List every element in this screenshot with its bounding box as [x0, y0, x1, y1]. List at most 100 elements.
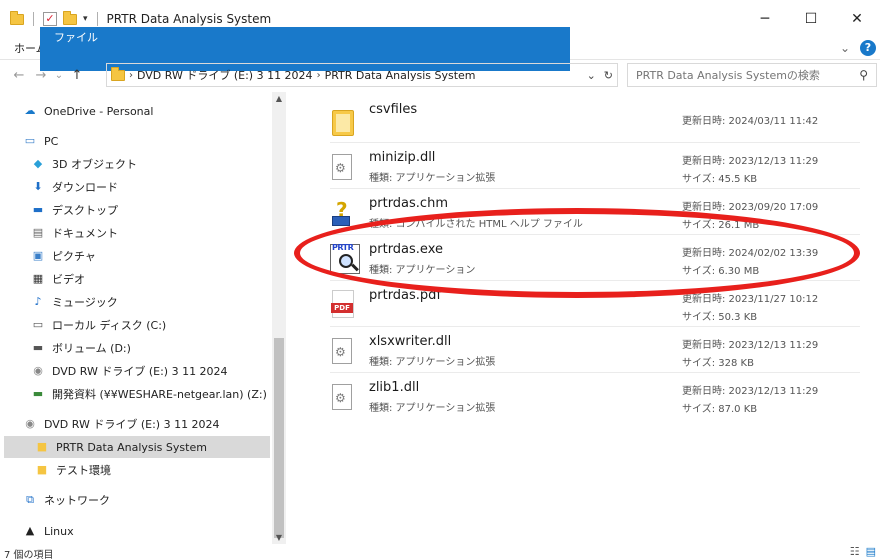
expand-ribbon-icon[interactable]: ⌄ [840, 41, 850, 55]
sidebar-item-3d-objects[interactable]: ◆ 3D オブジェクト [30, 153, 286, 175]
sidebar-item-videos[interactable]: ▦ ビデオ [30, 268, 286, 290]
file-size: サイズ: 6.30 MB [682, 266, 760, 277]
dll-icon [330, 334, 358, 366]
file-name: prtrdas.exe [369, 242, 443, 257]
disk-icon: ▭ [32, 318, 44, 331]
sidebar-item-documents[interactable]: ▤ ドキュメント [30, 222, 286, 244]
window-title: PRTR Data Analysis System [106, 12, 272, 26]
address-dropdown-icon[interactable]: ⌄ [587, 69, 596, 82]
sidebar-item-label: Linux [44, 524, 74, 538]
sidebar-item-network-drive[interactable]: ▬ 開発資料 (¥¥WESHARE-netgear.lan) (Z:) [30, 383, 286, 405]
sidebar-item-label: ドキュメント [52, 227, 118, 240]
list-item[interactable]: minizip.dll 種類: アプリケーション拡張 更新日時: 2023/12… [330, 144, 860, 188]
address-actions: ⌄ ↻ [587, 69, 613, 82]
list-item[interactable]: csvfiles 更新日時: 2024/03/11 11:42 [330, 96, 860, 140]
chevron-right-icon[interactable]: › [317, 70, 321, 81]
file-size: サイズ: 50.3 KB [682, 312, 758, 323]
drive-icon: ▬ [32, 341, 44, 354]
file-date: 更新日時: 2023/12/13 11:29 [682, 340, 819, 351]
navigation-pane: ☁ OneDrive - Personal ▭ PC ◆ 3D オブジェクト ⬇… [0, 92, 286, 544]
scroll-up-icon[interactable]: ▲ [272, 94, 286, 103]
file-date: 更新日時: 2024/02/02 13:39 [682, 248, 819, 259]
sidebar-item-downloads[interactable]: ⬇ ダウンロード [30, 176, 286, 198]
status-bar: 7 個の項目 ☷ ▤ [0, 544, 880, 560]
file-date: 更新日時: 2024/03/11 11:42 [682, 116, 819, 127]
cloud-icon: ☁ [24, 104, 36, 117]
search-box[interactable]: ⚲ [627, 63, 877, 87]
address-bar[interactable]: › DVD RW ドライブ (E:) 3 11 2024 › PRTR Data… [106, 63, 618, 87]
sidebar-item-label: 開発資料 (¥¥WESHARE-netgear.lan) (Z:) [52, 388, 267, 401]
list-item[interactable]: PRTR prtrdas.exe 種類: アプリケーション 更新日時: 2024… [330, 236, 860, 280]
sidebar-item-network[interactable]: ⧉ ネットワーク [22, 489, 286, 511]
refresh-icon[interactable]: ↻ [604, 69, 613, 82]
file-list: csvfiles 更新日時: 2024/03/11 11:42 minizip.… [290, 92, 880, 532]
sidebar-item-volume-d[interactable]: ▬ ボリューム (D:) [30, 337, 286, 359]
sidebar-item-label: OneDrive - Personal [44, 104, 154, 118]
sidebar-item-label: ボリューム (D:) [52, 342, 131, 355]
folder-icon: ■ [36, 463, 48, 476]
folder-icon: ■ [36, 440, 48, 453]
up-button[interactable]: ↑ [66, 68, 88, 83]
navigation-row: ← → ⌄ ↑ › DVD RW ドライブ (E:) 3 11 2024 › P… [0, 62, 880, 88]
document-icon: ▤ [32, 226, 44, 239]
folder-icon [330, 102, 358, 136]
file-name: csvfiles [369, 102, 418, 117]
sidebar-item-local-disk[interactable]: ▭ ローカル ディスク (C:) [30, 314, 286, 336]
scroll-down-icon[interactable]: ▼ [272, 533, 286, 542]
close-button[interactable]: ✕ [834, 0, 880, 38]
sidebar-item-test-env[interactable]: ■ テスト環境 [34, 459, 286, 481]
file-type: 種類: アプリケーション [369, 265, 476, 276]
list-item[interactable]: zlib1.dll 種類: アプリケーション拡張 更新日時: 2023/12/1… [330, 374, 860, 418]
sidebar-item-onedrive[interactable]: ☁ OneDrive - Personal [22, 100, 286, 122]
large-icons-view-icon[interactable]: ▤ [866, 545, 876, 558]
forward-button[interactable]: → [30, 68, 52, 83]
file-type: 種類: アプリケーション拡張 [369, 357, 496, 368]
list-item[interactable]: ? prtrdas.chm 種類: コンパイルされた HTML ヘルプ ファイル… [330, 190, 860, 234]
recent-locations-icon[interactable]: ⌄ [52, 70, 66, 81]
nav-scrollbar[interactable]: ▲ ▼ [272, 92, 286, 544]
chevron-right-icon[interactable]: › [129, 70, 133, 81]
list-item[interactable]: PDF prtrdas.pdf 更新日時: 2023/11/27 10:12 サ… [330, 282, 860, 326]
quick-access-toolbar: ✓ ▾ [0, 10, 101, 26]
music-icon: ♪ [34, 295, 42, 308]
file-name: minizip.dll [369, 150, 436, 165]
file-type: 種類: アプリケーション拡張 [369, 173, 496, 184]
new-folder-icon[interactable] [63, 10, 77, 25]
sidebar-item-pictures[interactable]: ▣ ピクチャ [30, 245, 286, 267]
file-size: サイズ: 87.0 KB [682, 404, 758, 415]
sidebar-item-label: PC [44, 134, 59, 148]
sidebar-item-label: テスト環境 [56, 464, 111, 477]
sidebar-item-dvd-root[interactable]: ◉ DVD RW ドライブ (E:) 3 11 2024 [22, 413, 286, 435]
sidebar-item-desktop[interactable]: ▬ デスクトップ [30, 199, 286, 221]
sidebar-item-pc[interactable]: ▭ PC [22, 130, 286, 152]
row-divider [330, 372, 860, 373]
list-item[interactable]: xlsxwriter.dll 種類: アプリケーション拡張 更新日時: 2023… [330, 328, 860, 372]
search-input[interactable] [636, 68, 846, 82]
dvd-icon: ◉ [25, 417, 35, 430]
breadcrumb-drive[interactable]: DVD RW ドライブ (E:) 3 11 2024 [137, 67, 313, 83]
scroll-thumb[interactable] [274, 338, 284, 538]
sidebar-item-label: DVD RW ドライブ (E:) 3 11 2024 [52, 365, 228, 378]
help-icon[interactable]: ? [860, 40, 876, 56]
sidebar-item-label: 3D オブジェクト [52, 158, 137, 171]
item-count: 7 個の項目 [4, 550, 54, 560]
sidebar-item-prtr-folder[interactable]: ■ PRTR Data Analysis System [4, 436, 270, 458]
dll-icon [330, 150, 358, 182]
details-view-icon[interactable]: ☷ [850, 545, 860, 558]
search-icon[interactable]: ⚲ [859, 68, 868, 82]
back-button[interactable]: ← [8, 68, 30, 83]
dll-icon [330, 380, 358, 412]
cube-icon: ◆ [33, 157, 43, 170]
breadcrumb-folder[interactable]: PRTR Data Analysis System [325, 69, 476, 82]
row-divider [330, 188, 860, 189]
maximize-button[interactable]: ☐ [788, 0, 834, 38]
minimize-button[interactable]: ─ [742, 0, 788, 38]
sidebar-item-music[interactable]: ♪ ミュージック [30, 291, 286, 313]
customize-dropdown-icon[interactable]: ▾ [83, 14, 88, 24]
properties-icon[interactable]: ✓ [43, 12, 57, 26]
sidebar-item-label: ダウンロード [52, 181, 118, 194]
sidebar-item-dvd-drive[interactable]: ◉ DVD RW ドライブ (E:) 3 11 2024 [30, 360, 286, 382]
ribbon-tabs: ファイル ホーム 共有 表示 ⌄ ? [0, 26, 880, 71]
sidebar-item-linux[interactable]: ▲ Linux [22, 520, 286, 542]
file-date: 更新日時: 2023/09/20 17:09 [682, 202, 819, 213]
